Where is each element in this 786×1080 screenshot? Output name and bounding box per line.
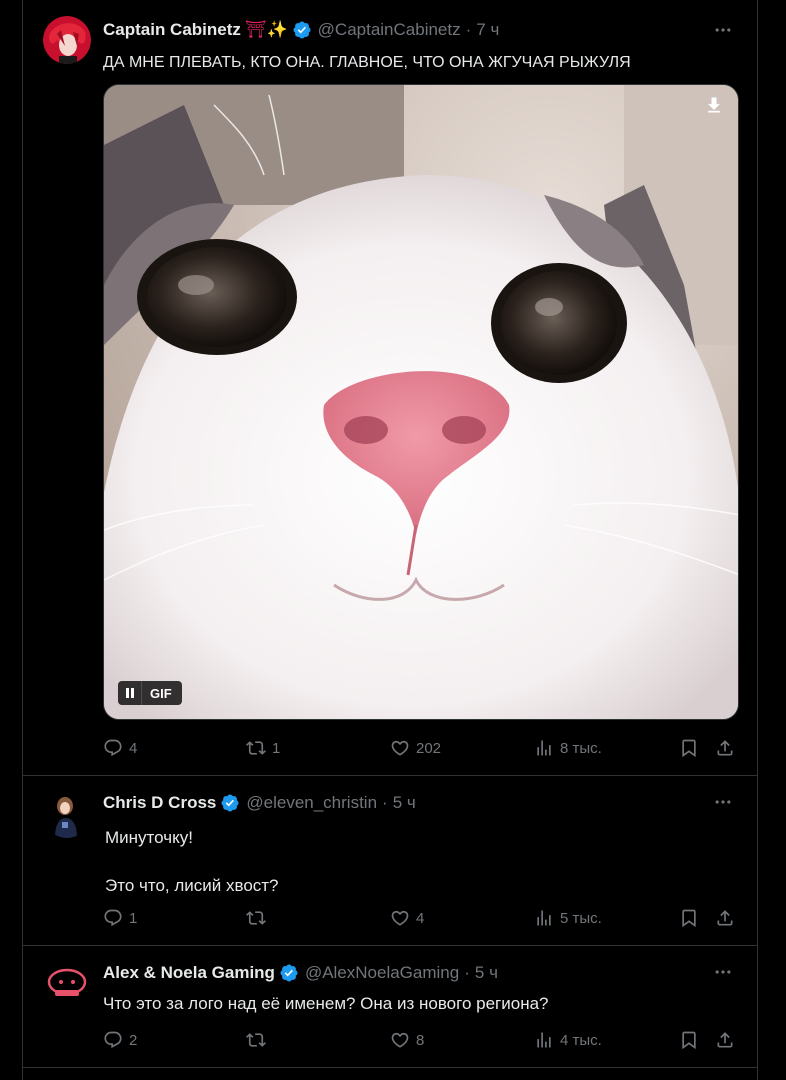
reply-button[interactable]: 1 bbox=[103, 906, 137, 930]
action-bar: 1 4 5 тыс. bbox=[103, 906, 737, 930]
pause-icon[interactable] bbox=[118, 681, 142, 705]
views-icon bbox=[534, 908, 554, 928]
bookmark-icon bbox=[679, 738, 699, 758]
reply-count: 4 bbox=[129, 739, 138, 757]
tweet-gif[interactable]: GIF bbox=[103, 84, 739, 720]
reply-icon bbox=[103, 738, 123, 758]
like-icon bbox=[390, 908, 410, 928]
repost-button[interactable]: 1 bbox=[246, 736, 280, 760]
tweet-text: ДА МНЕ ПЛЕВАТЬ, КТО ОНА. ГЛАВНОЕ, ЧТО ОН… bbox=[103, 54, 631, 71]
views-count: 5 тыс. bbox=[560, 909, 602, 927]
avatar-image bbox=[43, 16, 91, 64]
more-icon bbox=[713, 792, 733, 812]
author-handle[interactable]: @eleven_christin bbox=[246, 793, 377, 813]
verified-icon[interactable] bbox=[292, 20, 312, 40]
bookmark-icon bbox=[679, 908, 699, 928]
like-icon bbox=[390, 738, 410, 758]
reply-button[interactable]: 2 bbox=[103, 1028, 137, 1052]
reply-button[interactable]: 4 bbox=[103, 736, 137, 760]
views-count: 8 тыс. bbox=[560, 739, 602, 757]
cat-gif-image bbox=[104, 85, 738, 719]
repost-icon bbox=[246, 908, 266, 928]
separator-dot: · bbox=[464, 963, 470, 982]
action-bar: 2 8 4 тыс. bbox=[103, 1028, 737, 1052]
like-button[interactable]: 8 bbox=[390, 1028, 424, 1052]
avatar[interactable] bbox=[43, 960, 91, 1008]
more-button[interactable] bbox=[711, 962, 735, 982]
tweet-text: Что это за лого над её именем? Она из но… bbox=[103, 994, 549, 1013]
bookmark-button[interactable] bbox=[679, 906, 699, 930]
reply-icon bbox=[103, 1030, 123, 1050]
views-count: 4 тыс. bbox=[560, 1031, 602, 1049]
separator-dot: · bbox=[382, 793, 388, 812]
more-icon bbox=[713, 20, 733, 40]
views-button[interactable]: 8 тыс. bbox=[534, 736, 602, 760]
like-count: 202 bbox=[416, 739, 442, 757]
tweet-text: Минуточку! Это что, лисий хвост? bbox=[105, 828, 279, 895]
repost-icon bbox=[246, 1030, 266, 1050]
like-button[interactable]: 202 bbox=[390, 736, 441, 760]
separator-dot: · bbox=[465, 20, 472, 39]
bookmark-button[interactable] bbox=[679, 736, 699, 760]
share-button[interactable] bbox=[715, 906, 735, 930]
share-button[interactable] bbox=[715, 1028, 735, 1052]
reply-count: 1 bbox=[129, 909, 138, 927]
views-icon bbox=[534, 738, 554, 758]
reply-icon bbox=[103, 908, 123, 928]
tweet[interactable]: Captain Cabinetz ⛩✨ @CaptainCabinetz · 7… bbox=[23, 0, 757, 776]
action-bar: 4 1 202 8 тыс. bbox=[103, 736, 737, 760]
share-button[interactable] bbox=[715, 736, 735, 760]
like-button[interactable]: 4 bbox=[390, 906, 424, 930]
share-icon bbox=[715, 1030, 735, 1050]
more-button[interactable] bbox=[711, 20, 735, 40]
avatar[interactable] bbox=[43, 790, 91, 838]
tweet[interactable]: Chris D Cross @eleven_christin · 5 ч Мин… bbox=[23, 776, 757, 946]
views-button[interactable]: 5 тыс. bbox=[534, 906, 602, 930]
repost-count: 1 bbox=[272, 739, 281, 757]
post-time[interactable]: 7 ч bbox=[476, 20, 499, 40]
author-name[interactable]: Chris D Cross bbox=[103, 793, 216, 813]
verified-icon[interactable] bbox=[279, 963, 299, 983]
post-time[interactable]: 5 ч bbox=[475, 963, 498, 983]
name-emoji: ⛩✨ bbox=[244, 20, 288, 39]
share-icon bbox=[715, 908, 735, 928]
views-icon bbox=[534, 1030, 554, 1050]
repost-button[interactable] bbox=[246, 906, 272, 930]
share-icon bbox=[715, 738, 735, 758]
avatar-image bbox=[43, 960, 91, 1008]
more-icon bbox=[713, 962, 733, 982]
author-name[interactable]: Alex & Noela Gaming bbox=[103, 963, 275, 983]
gif-badge[interactable]: GIF bbox=[118, 681, 182, 705]
post-time[interactable]: 5 ч bbox=[393, 793, 416, 813]
author-handle[interactable]: @AlexNoelaGaming bbox=[305, 963, 459, 983]
repost-icon bbox=[246, 738, 266, 758]
tweet[interactable]: Alex & Noela Gaming @AlexNoelaGaming · 5… bbox=[23, 946, 757, 1068]
reply-count: 2 bbox=[129, 1031, 138, 1049]
author-name[interactable]: Captain Cabinetz bbox=[103, 20, 241, 40]
avatar[interactable] bbox=[43, 16, 91, 64]
repost-button[interactable] bbox=[246, 1028, 272, 1052]
like-icon bbox=[390, 1030, 410, 1050]
download-icon[interactable] bbox=[704, 95, 724, 115]
bookmark-icon bbox=[679, 1030, 699, 1050]
gif-label: GIF bbox=[150, 685, 172, 701]
timeline-column: Captain Cabinetz ⛩✨ @CaptainCabinetz · 7… bbox=[22, 0, 758, 1080]
author-handle[interactable]: @CaptainCabinetz bbox=[318, 20, 461, 40]
bookmark-button[interactable] bbox=[679, 1028, 699, 1052]
more-button[interactable] bbox=[711, 792, 735, 812]
like-count: 8 bbox=[416, 1031, 425, 1049]
views-button[interactable]: 4 тыс. bbox=[534, 1028, 602, 1052]
avatar-image bbox=[43, 790, 91, 838]
like-count: 4 bbox=[416, 909, 425, 927]
verified-icon[interactable] bbox=[220, 793, 240, 813]
